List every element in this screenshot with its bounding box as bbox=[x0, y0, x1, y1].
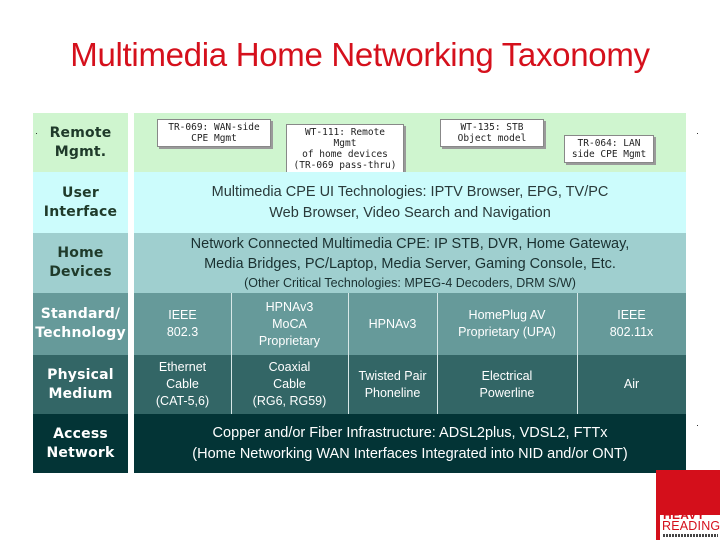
cell-line: HomePlug AV bbox=[468, 308, 546, 322]
home-devices-note: (Other Critical Technologies: MPEG-4 Dec… bbox=[244, 276, 576, 290]
box-line: WT-111: Remote Mgmt bbox=[304, 127, 386, 149]
label-line: Interface bbox=[43, 203, 118, 220]
standard-cell-wireless: IEEE 802.11x bbox=[577, 293, 686, 355]
standard-cell-phoneline: HPNAv3 bbox=[348, 293, 437, 355]
row-access: Copper and/or Fiber Infrastructure: ADSL… bbox=[134, 414, 686, 473]
box-line: TR-064: LAN bbox=[577, 138, 641, 149]
label-line: Devices bbox=[49, 264, 112, 280]
label-line: Home bbox=[57, 245, 104, 261]
cell-line: IEEE bbox=[617, 308, 646, 322]
cell-line: (CAT-5,6) bbox=[155, 394, 210, 408]
standard-cell-ethernet: IEEE 802.3 bbox=[134, 293, 231, 355]
label-line: Mgmt. bbox=[54, 143, 107, 160]
cell-line: Air bbox=[623, 377, 640, 391]
cell-line: Proprietary bbox=[258, 333, 321, 348]
label-line: Technology bbox=[35, 325, 126, 341]
row-label-user-interface: User Interface bbox=[33, 172, 128, 233]
row-label-standard: Standard/Technology bbox=[33, 293, 128, 355]
box-line: of home devices bbox=[302, 149, 388, 160]
decorative-dot bbox=[36, 133, 37, 134]
row-user-interface: Multimedia CPE UI Technologies: IPTV Bro… bbox=[134, 172, 686, 233]
access-line: (Home Networking WAN Interfaces Integrat… bbox=[192, 445, 628, 462]
label-line: Network bbox=[46, 444, 115, 461]
cell-line: Ethernet bbox=[158, 360, 207, 374]
cell-line: Twisted Pair bbox=[358, 368, 427, 383]
column-divider bbox=[231, 293, 232, 414]
decorative-dot bbox=[697, 425, 698, 426]
column-divider bbox=[577, 293, 578, 414]
box-line: side CPE Mgmt bbox=[571, 149, 647, 160]
cell-line: (RG6, RG59) bbox=[252, 394, 327, 408]
physical-cell-phoneline: Twisted Pair Phoneline bbox=[348, 355, 437, 414]
row-physical: Ethernet Cable (CAT-5,6) Coaxial Cable (RG6,… bbox=[134, 355, 686, 414]
standard-box-tr069: TR-069: WAN-side CPE Mgmt bbox=[157, 119, 271, 147]
row-home-devices: Network Connected Multimedia CPE: IP STB… bbox=[134, 233, 686, 293]
label-line: Physical bbox=[47, 366, 114, 383]
cell-line: MoCA bbox=[272, 316, 307, 331]
decorative-dot bbox=[697, 133, 698, 134]
slide-title: Multimedia Home Networking Taxonomy bbox=[70, 36, 650, 73]
cell-line: Electrical bbox=[481, 368, 533, 383]
box-line: (TR-069 pass-thru) bbox=[293, 160, 397, 171]
column-divider bbox=[348, 293, 349, 414]
row-label-access: Access Network bbox=[33, 414, 128, 473]
row-label-physical: Physical Medium bbox=[33, 355, 128, 414]
cell-line: Proprietary (UPA) bbox=[458, 325, 556, 339]
cell-line: Coaxial bbox=[268, 360, 311, 374]
access-line: Copper and/or Fiber Infrastructure: ADSL… bbox=[212, 424, 608, 441]
standard-box-wt135: WT-135: STB Object model bbox=[440, 119, 544, 147]
box-line: CPE Mgmt bbox=[191, 133, 237, 144]
row-remote-mgmt: TR-069: WAN-side CPE Mgmt WT-111: Remote… bbox=[134, 113, 686, 174]
standard-cell-powerline: HomePlug AV Proprietary (UPA) bbox=[437, 293, 577, 355]
cell-line: Powerline bbox=[479, 385, 535, 400]
label-line: Standard/ bbox=[40, 306, 121, 322]
ui-line: Multimedia CPE UI Technologies: IPTV Bro… bbox=[211, 183, 609, 200]
label-line: Medium bbox=[48, 385, 113, 402]
label-line: Access bbox=[53, 425, 108, 442]
cell-line: Phoneline bbox=[364, 385, 421, 400]
cell-line: 802.11x bbox=[609, 325, 654, 339]
box-line: Object model bbox=[457, 133, 527, 144]
home-devices-line: Media Bridges, PC/Laptop, Media Server, … bbox=[204, 256, 616, 272]
cell-line: IEEE bbox=[168, 308, 197, 322]
label-line: Remote bbox=[49, 124, 112, 141]
label-line: User bbox=[62, 184, 99, 201]
physical-cell-powerline: Electrical Powerline bbox=[437, 355, 577, 414]
standard-box-tr064: TR-064: LAN side CPE Mgmt bbox=[564, 135, 654, 163]
row-standard: IEEE 802.3 HPNAv3 MoCA Proprietary HPNAv3 H… bbox=[134, 293, 686, 355]
physical-cell-ethernet: Ethernet Cable (CAT-5,6) bbox=[134, 355, 231, 414]
ui-line: Web Browser, Video Search and Navigation bbox=[269, 204, 551, 221]
standard-cell-coax: HPNAv3 MoCA Proprietary bbox=[231, 293, 348, 355]
physical-cell-air: Air bbox=[577, 355, 686, 414]
logo-text-reading: READING bbox=[662, 519, 720, 533]
column-divider bbox=[437, 293, 438, 414]
cell-line: Cable bbox=[166, 377, 199, 391]
cell-line: Cable bbox=[273, 377, 306, 391]
standard-box-wt111: WT-111: Remote Mgmt of home devices (TR-… bbox=[286, 124, 404, 174]
cell-line: 802.3 bbox=[166, 325, 199, 339]
cell-line: HPNAv3 bbox=[368, 316, 417, 331]
box-line: WT-135: STB bbox=[460, 122, 524, 133]
logo-tagline bbox=[663, 534, 718, 537]
home-devices-line: Network Connected Multimedia CPE: IP STB… bbox=[190, 236, 630, 252]
row-label-remote-mgmt: Remote Mgmt. bbox=[33, 113, 128, 172]
cell-line: HPNAv3 bbox=[265, 299, 314, 314]
box-line: TR-069: WAN-side bbox=[168, 122, 260, 133]
row-label-home-devices: Home Devices bbox=[33, 233, 128, 293]
physical-cell-coax: Coaxial Cable (RG6, RG59) bbox=[231, 355, 348, 414]
